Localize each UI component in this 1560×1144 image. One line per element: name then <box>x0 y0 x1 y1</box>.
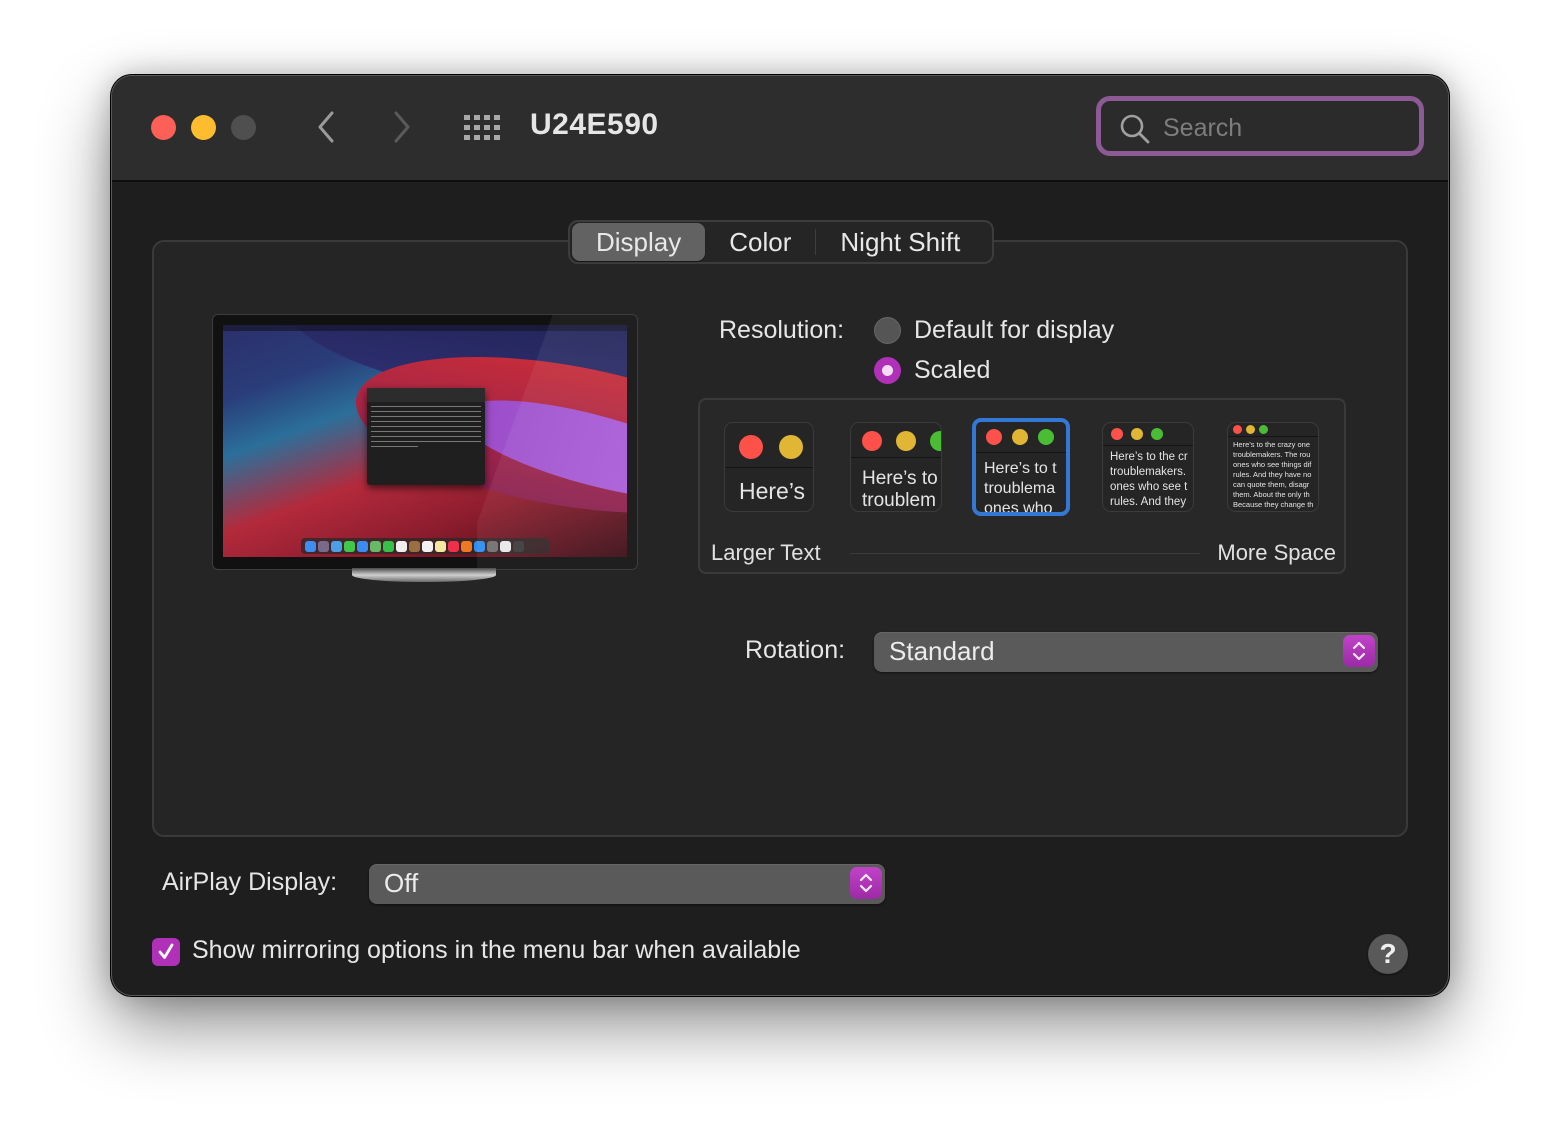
green-dot-icon <box>1151 428 1163 440</box>
chevron-right-icon <box>394 111 410 143</box>
resolution-default-label[interactable]: Default for display <box>914 316 1114 345</box>
yellow-dot-icon <box>1246 425 1255 434</box>
airplay-display-popup[interactable]: Off <box>369 864 885 904</box>
updown-chevron-icon <box>1343 635 1375 667</box>
forward-button[interactable] <box>386 110 416 144</box>
green-dot-icon <box>1038 429 1054 445</box>
red-dot-icon <box>739 435 763 459</box>
scale-option-3-selected[interactable]: Here’s to t troublema ones who <box>972 418 1070 516</box>
chevron-left-icon <box>318 111 334 143</box>
green-dot-icon <box>930 431 941 451</box>
display-preview <box>212 314 638 584</box>
mirroring-checkbox[interactable] <box>152 938 180 966</box>
title-bar: U24E590 <box>112 76 1448 182</box>
search-icon <box>1120 114 1150 144</box>
scale-option-1[interactable]: Here’s <box>724 422 814 512</box>
search-input[interactable] <box>1161 109 1405 147</box>
checkmark-icon <box>158 943 174 959</box>
resolution-scaled-radio[interactable] <box>874 357 901 384</box>
mirroring-checkbox-label[interactable]: Show mirroring options in the menu bar w… <box>192 936 801 965</box>
tab-bar: Display Color Night Shift <box>568 220 994 264</box>
red-dot-icon <box>986 429 1002 445</box>
red-dot-icon <box>1111 428 1123 440</box>
question-mark-icon: ? <box>1379 938 1397 969</box>
show-all-button[interactable] <box>464 115 502 141</box>
tab-color[interactable]: Color <box>705 223 815 261</box>
close-button[interactable] <box>151 115 176 140</box>
monitor-bezel <box>212 314 638 570</box>
zoom-button[interactable] <box>231 115 256 140</box>
search-field[interactable] <box>1096 96 1424 156</box>
grid-icon <box>464 115 500 140</box>
scale-option-4[interactable]: Here’s to the cr troublemakers. ones who… <box>1102 422 1194 512</box>
scale-option-5[interactable]: Here’s to the crazy one troublemakers. T… <box>1227 422 1319 512</box>
tab-night-shift[interactable]: Night Shift <box>816 223 984 261</box>
airplay-display-label: AirPlay Display: <box>162 868 338 896</box>
scale-divider <box>850 553 1200 554</box>
help-button[interactable]: ? <box>1368 934 1408 974</box>
preview-textedit-window <box>367 388 485 485</box>
resolution-scaled-label[interactable]: Scaled <box>914 356 990 385</box>
minimize-button[interactable] <box>191 115 216 140</box>
tab-display[interactable]: Display <box>572 223 706 261</box>
scaling-options: Here’s Here’s to troublem Here’s to t tr… <box>698 398 1346 574</box>
green-dot-icon <box>1259 425 1268 434</box>
display-preferences-window: U24E590 Display Color Night Shift <box>112 76 1448 995</box>
yellow-dot-icon <box>896 431 916 451</box>
rotation-value: Standard <box>889 636 995 666</box>
yellow-dot-icon <box>779 435 803 459</box>
red-dot-icon <box>1233 425 1242 434</box>
resolution-label: Resolution: <box>719 316 845 344</box>
larger-text-label: Larger Text <box>711 540 821 565</box>
resolution-default-radio[interactable] <box>874 317 901 344</box>
updown-chevron-icon <box>850 867 882 899</box>
rotation-popup[interactable]: Standard <box>874 632 1378 672</box>
yellow-dot-icon <box>1131 428 1143 440</box>
window-title: U24E590 <box>530 108 659 141</box>
more-space-label: More Space <box>1217 540 1336 565</box>
back-button[interactable] <box>312 110 342 144</box>
scale-option-2[interactable]: Here’s to troublem <box>850 422 942 512</box>
yellow-dot-icon <box>1012 429 1028 445</box>
red-dot-icon <box>862 431 882 451</box>
airplay-display-value: Off <box>384 868 419 898</box>
rotation-label: Rotation: <box>745 636 846 664</box>
monitor-stand <box>352 568 496 582</box>
